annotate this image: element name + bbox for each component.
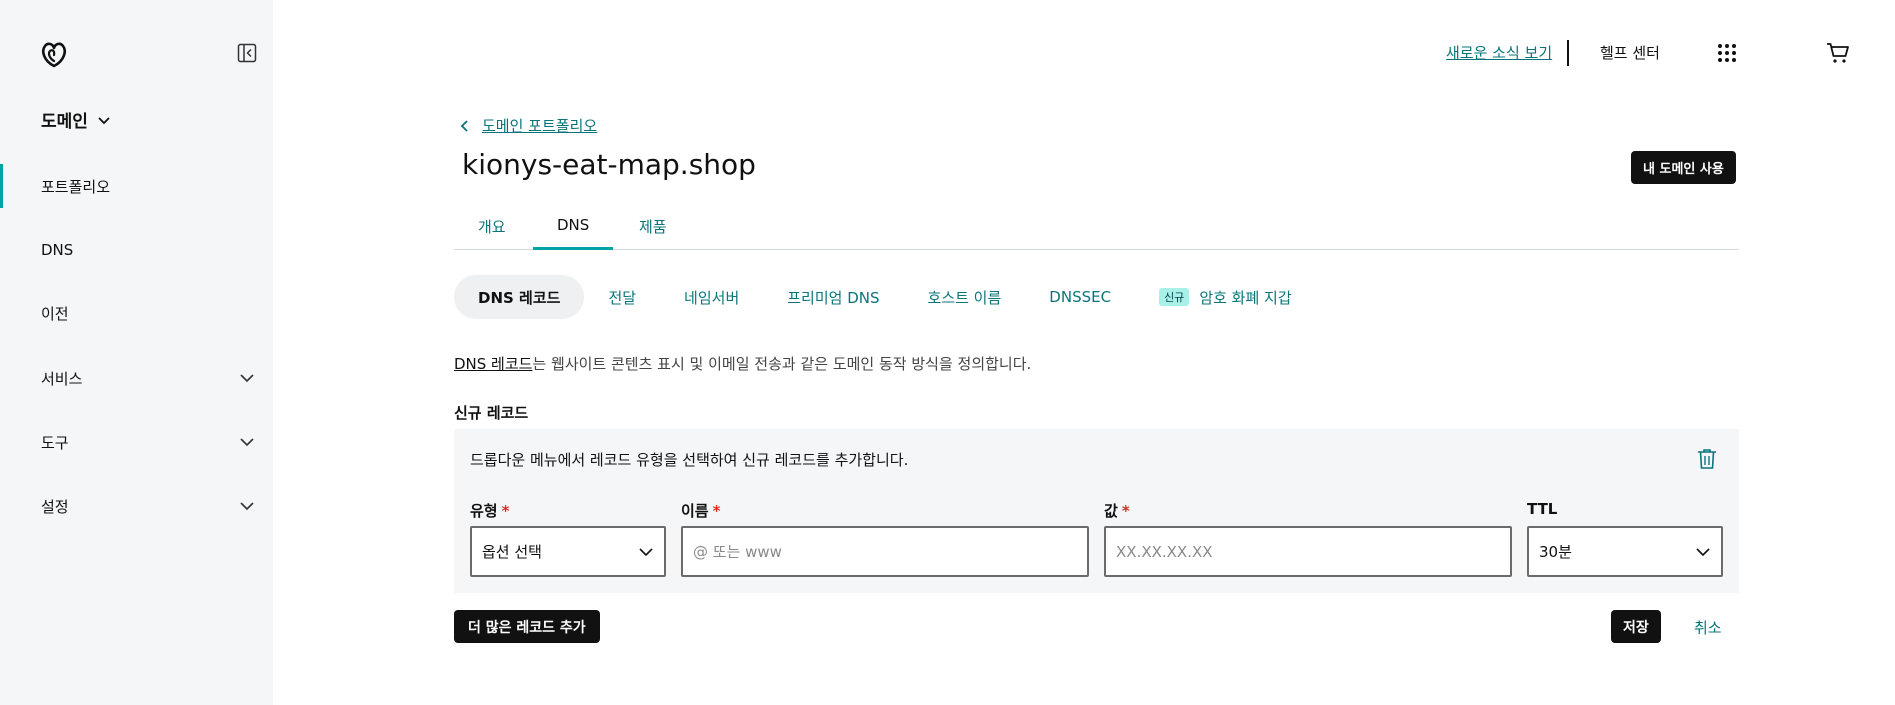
- required-mark: *: [501, 502, 510, 520]
- sidebar-item-settings[interactable]: 설정: [0, 484, 273, 528]
- sidebar-item-label: 포트폴리오: [41, 177, 111, 196]
- sidebar-item-label: 이전: [41, 304, 69, 323]
- godaddy-logo-icon[interactable]: [39, 39, 69, 69]
- tab-products[interactable]: 제품: [615, 210, 691, 250]
- value-label: 값 *: [1104, 500, 1130, 521]
- sidebar-item-label: 설정: [41, 497, 69, 516]
- back-link-label: 도메인 포트폴리오: [482, 117, 598, 135]
- sidebar-item-transfer[interactable]: 이전: [0, 291, 273, 335]
- add-more-records-button[interactable]: 더 많은 레코드 추가: [454, 610, 600, 643]
- use-my-domain-button[interactable]: 내 도메인 사용: [1631, 151, 1736, 184]
- dns-description: DNS 레코드는 웹사이트 콘텐츠 표시 및 이메일 전송과 같은 도메인 동작…: [454, 353, 1031, 374]
- new-record-heading: 신규 레코드: [454, 404, 529, 422]
- value-field-wrapper: [1104, 526, 1512, 577]
- required-mark: *: [712, 502, 721, 520]
- record-type-select[interactable]: 옵션 선택: [470, 526, 666, 577]
- sidebar-item-label: 서비스: [41, 369, 83, 388]
- subtab-nameservers[interactable]: 네임서버: [660, 275, 763, 319]
- sidebar-item-dns[interactable]: DNS: [0, 228, 273, 272]
- help-center-link[interactable]: 헬프 센터: [1600, 42, 1660, 63]
- subtab-dnssec[interactable]: DNSSEC: [1025, 275, 1135, 319]
- apps-grid-icon[interactable]: [1717, 43, 1737, 63]
- sidebar-item-label: DNS: [41, 241, 74, 259]
- ttl-value: 30분: [1539, 543, 1572, 561]
- type-label-text: 유형: [470, 502, 498, 520]
- subtab-label: 암호 화폐 지갑: [1199, 288, 1292, 307]
- product-label: 도메인: [41, 112, 88, 132]
- sidebar-collapse-icon[interactable]: [237, 43, 257, 63]
- tab-bar: 개요 DNS 제품: [454, 210, 1739, 250]
- trash-icon[interactable]: [1697, 448, 1717, 470]
- subtab-hostnames[interactable]: 호스트 이름: [904, 275, 1026, 319]
- ttl-label: TTL: [1527, 500, 1558, 518]
- shopping-cart-icon[interactable]: [1826, 42, 1850, 64]
- chevron-down-icon: [98, 116, 110, 124]
- new-badge: 신규: [1159, 288, 1190, 306]
- chevron-down-icon: [639, 547, 653, 556]
- tab-dns[interactable]: DNS: [533, 210, 614, 250]
- save-button[interactable]: 저장: [1611, 610, 1661, 643]
- back-to-portfolio[interactable]: 도메인 포트폴리오: [458, 115, 597, 136]
- ttl-select[interactable]: 30분: [1527, 526, 1723, 577]
- dns-subtab-bar: DNS 레코드 전달 네임서버 프리미엄 DNS 호스트 이름 DNSSEC 신…: [454, 275, 1316, 319]
- name-label-text: 이름: [681, 502, 709, 520]
- header-divider: [1567, 40, 1569, 66]
- required-mark: *: [1121, 502, 1130, 520]
- sidebar-item-services[interactable]: 서비스: [0, 356, 273, 400]
- subtab-crypto-wallet[interactable]: 신규 암호 화폐 지갑: [1135, 275, 1316, 319]
- dns-records-help-link[interactable]: DNS 레코드: [454, 355, 532, 373]
- page-title: kionys-eat-map.shop: [462, 148, 756, 181]
- chevron-down-icon: [240, 438, 254, 447]
- sidebar-item-tools[interactable]: 도구: [0, 420, 273, 464]
- dns-description-text: 는 웹사이트 콘텐츠 표시 및 이메일 전송과 같은 도메인 동작 방식을 정의…: [532, 355, 1032, 373]
- chevron-down-icon: [240, 502, 254, 511]
- chevron-down-icon: [240, 374, 254, 383]
- product-switcher[interactable]: 도메인: [41, 107, 112, 132]
- panel-description: 드롭다운 메뉴에서 레코드 유형을 선택하여 신규 레코드를 추가합니다.: [470, 451, 909, 469]
- type-label: 유형 *: [470, 500, 509, 521]
- sidebar-item-label: 도구: [41, 433, 69, 452]
- value-input[interactable]: [1116, 542, 1500, 561]
- cancel-button[interactable]: 취소: [1694, 617, 1722, 638]
- chevron-down-icon: [1696, 547, 1710, 556]
- name-input[interactable]: [693, 542, 1077, 561]
- new-record-panel: 드롭다운 메뉴에서 레코드 유형을 선택하여 신규 레코드를 추가합니다. 유형…: [454, 429, 1739, 593]
- chevron-left-icon: [460, 119, 468, 132]
- value-label-text: 값: [1104, 502, 1118, 520]
- record-type-value: 옵션 선택: [482, 543, 542, 561]
- subtab-forwarding[interactable]: 전달: [584, 275, 660, 319]
- name-field-wrapper: [681, 526, 1089, 577]
- sidebar-item-portfolio[interactable]: 포트폴리오: [0, 164, 273, 208]
- tab-overview[interactable]: 개요: [454, 210, 530, 250]
- name-label: 이름 *: [681, 500, 720, 521]
- whats-new-link[interactable]: 새로운 소식 보기: [1446, 42, 1552, 63]
- sidebar: 도메인 포트폴리오 DNS 이전 서비스 도구 설정: [0, 0, 273, 705]
- subtab-premium-dns[interactable]: 프리미엄 DNS: [763, 275, 903, 319]
- subtab-dns-records[interactable]: DNS 레코드: [454, 275, 585, 319]
